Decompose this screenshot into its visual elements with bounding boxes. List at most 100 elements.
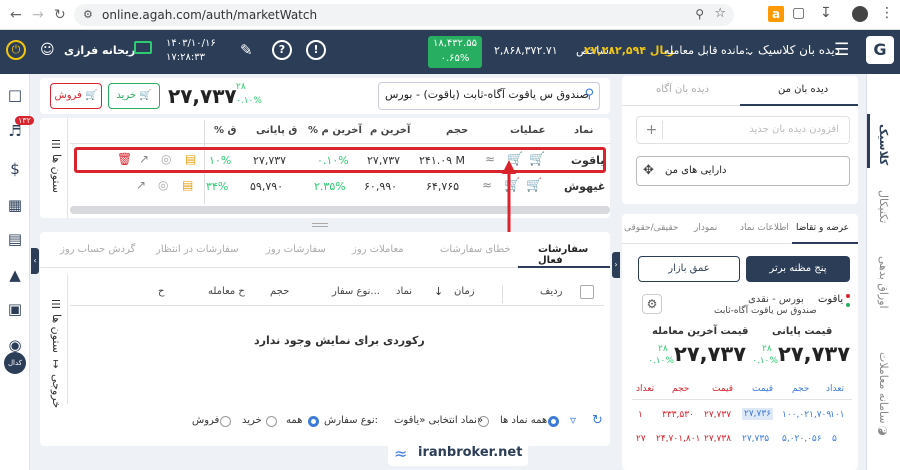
help-icon[interactable]: ? <box>272 40 292 60</box>
radio-type-all[interactable] <box>308 416 319 427</box>
chart-bars-icon[interactable]: □ <box>6 86 24 104</box>
market-depth-button[interactable]: عمق بازار <box>638 256 740 282</box>
chart-line-icon[interactable]: ≈ <box>482 178 492 192</box>
hamburger-menu-icon[interactable]: ☰ <box>834 40 849 60</box>
symbol-search-input[interactable]: صندوق س یاقوت آگاه-ثابت (یاقوت) - بورس ⚲ <box>378 82 600 110</box>
money-bag-icon[interactable]: $ <box>6 160 24 178</box>
horizontal-scrollbar[interactable] <box>70 206 610 214</box>
tab-active-orders[interactable]: سفارشات فعال <box>518 232 610 268</box>
warning-icon[interactable]: ▲ <box>6 266 24 284</box>
collapse-right-handle[interactable]: › <box>612 252 620 278</box>
tab-my-watchlist[interactable]: دیده بان من <box>740 76 858 106</box>
move-icon[interactable]: ✥ <box>643 163 654 178</box>
tab-supply-demand[interactable]: عرضه و تقاضا <box>792 214 858 244</box>
panel-resize-handle[interactable] <box>312 223 328 227</box>
note-icon[interactable]: ▤ <box>185 152 196 166</box>
note-icon[interactable]: ▤ <box>182 178 193 192</box>
kodal-icon[interactable]: کدال <box>4 352 26 374</box>
tab-pending-orders[interactable]: سفارشات در انتظار <box>156 244 238 255</box>
buy-cart-icon[interactable]: 🛒 <box>526 178 542 193</box>
radio-type-all-label: همه <box>286 415 303 426</box>
tab-real-legal[interactable]: حقیقی/حقوقی <box>624 223 679 233</box>
col-volume[interactable]: حجم <box>446 125 468 136</box>
sell-button[interactable]: فروش 🛒 <box>50 83 102 109</box>
forward-icon[interactable]: → <box>32 7 44 23</box>
reload-icon[interactable]: ↻ <box>54 7 66 23</box>
radio-type-sell[interactable] <box>220 416 231 427</box>
extensions-icon[interactable]: ▢ <box>792 5 805 21</box>
rail-tab-trading-system[interactable]: سامانه معاملات <box>877 352 890 424</box>
buy-cart-icon[interactable]: 🛒 <box>529 152 545 167</box>
tab-day-trades[interactable]: معاملات روز <box>352 244 404 255</box>
tab-agah-watchlist[interactable]: دیده بان آگاه <box>622 76 740 106</box>
extension-amazon-icon[interactable]: a <box>768 6 784 22</box>
row-symbol[interactable]: غیهوش <box>564 180 605 193</box>
handshake-icon[interactable]: ☯ <box>877 424 888 438</box>
back-icon[interactable]: ← <box>10 7 22 23</box>
table-row[interactable]: یاقوت 🛒 🛒 ≈ ۲۴۱.۰۹ M ۲۷,۷۳۷ ۰.۱۰% ۲۷,۷۳۷… <box>74 147 606 173</box>
rail-tab-technical[interactable]: تکنیکال <box>877 190 890 223</box>
table-row[interactable]: غیهوش 🛒 🛒 ≈ ۶۴,۷۶۵ ۶۰,۹۹۰ ۲.۳۵% ۵۹,۷۹۰ ۳… <box>74 176 606 200</box>
chart-line-icon[interactable]: ≈ <box>485 152 495 166</box>
search-icon[interactable]: ⚲ <box>584 87 594 102</box>
brush-icon[interactable]: ✎ <box>240 41 253 59</box>
user-name[interactable]: ریحانه فرازی <box>64 44 135 57</box>
collapse-left-handle[interactable]: ‹ <box>31 248 39 274</box>
power-icon[interactable]: ⏻ <box>6 40 26 60</box>
columns-label[interactable]: ستون ها <box>50 314 63 353</box>
export-label[interactable]: خروجی <box>50 374 63 408</box>
order-book-row[interactable]: ۱۰۱ ۱۰۰,۰۲۱,۷۰۹ ۲۷,۷۳۶ ۲۷,۷۳۷ ۳۳۳,۵۳۰ ۱ <box>632 408 852 426</box>
download-icon[interactable]: ↧ <box>820 5 832 21</box>
chevron-down-icon[interactable]: ⌄ <box>745 44 755 58</box>
site-info-icon[interactable]: ⚙ <box>83 8 93 21</box>
columns-icon[interactable]: ☰ <box>51 298 61 311</box>
new-watchlist-input[interactable]: افزودن دیده بان جدید + <box>636 116 850 144</box>
radio-type-buy[interactable] <box>266 416 277 427</box>
address-bar[interactable]: ⚙ online.agah.com/auth/marketWatch ⚲ ☆ <box>74 4 734 26</box>
col-last[interactable]: آخرین م <box>370 125 410 136</box>
tab-chart[interactable]: نمودار <box>694 223 717 233</box>
external-link-icon[interactable]: ↗ <box>136 178 146 192</box>
add-icon[interactable]: + <box>641 121 663 139</box>
delete-icon[interactable]: 🗑 <box>117 152 132 166</box>
row-symbol[interactable]: یاقوت <box>571 154 604 167</box>
target-icon[interactable]: ◎ <box>161 152 171 166</box>
document-icon[interactable]: ▦ <box>6 196 24 214</box>
profile-avatar[interactable] <box>852 6 868 22</box>
radio-type-sell-label: فروش <box>192 415 220 426</box>
tab-account-turnover[interactable]: گردش حساب روز <box>60 244 135 255</box>
watch-title[interactable]: دیده بان کلاسیک <box>758 43 840 57</box>
sort-arrow-icon[interactable]: ↓ <box>434 285 443 298</box>
tab-day-orders[interactable]: سفارشات روز <box>266 244 326 255</box>
columns-toggle[interactable]: ☰ ستون ها <box>46 118 68 218</box>
rail-tab-bonds[interactable]: اوراق بدهی <box>877 256 890 309</box>
zoom-icon[interactable]: ⚲ <box>695 7 704 21</box>
export-icon[interactable]: ↧ <box>51 358 60 371</box>
refresh-icon[interactable]: ↻ <box>592 413 603 428</box>
monitor-icon[interactable] <box>134 41 152 54</box>
box-icon[interactable]: ▣ <box>6 300 24 318</box>
target-icon[interactable]: ◎ <box>158 178 168 192</box>
select-all-checkbox[interactable] <box>580 285 594 299</box>
alert-icon[interactable]: ! <box>306 40 326 60</box>
col-time[interactable]: زمان <box>454 286 475 297</box>
col-symbol[interactable]: نماد <box>574 125 593 136</box>
col-close-pct[interactable]: % ق <box>214 125 236 136</box>
order-book-row[interactable]: ۵ ۵,۰۲۰,۰۵۶ ۲۷,۷۳۵ ۲۷,۷۳۸ ۲۴,۷۰۱,۸۰۱ ۲۷ <box>632 432 852 450</box>
settings-gear-icon[interactable]: ⚙ <box>642 294 662 314</box>
best-five-button[interactable]: پنج مظنه برتر <box>746 256 850 282</box>
col-close[interactable]: ق پایانی <box>256 125 297 136</box>
rail-tab-classic[interactable]: کلاسیک <box>877 124 890 165</box>
users-icon[interactable]: ☺ <box>40 42 55 58</box>
external-link-icon[interactable]: ↗ <box>139 152 149 166</box>
buy-button[interactable]: خرید 🛒 <box>108 83 160 109</box>
my-assets-item[interactable]: ✥ دارایی های من <box>636 156 850 186</box>
radio-all-symbols[interactable] <box>548 416 559 427</box>
bookmark-star-icon[interactable]: ☆ <box>714 6 726 21</box>
col-last-pct[interactable]: % آخرین م <box>308 125 362 136</box>
browser-menu-icon[interactable]: ⋮ <box>880 5 894 21</box>
tab-order-errors[interactable]: خطای سفارشات <box>440 244 511 255</box>
filter-icon[interactable]: ▿ <box>570 413 576 427</box>
tab-symbol-info[interactable]: اطلاعات نماد <box>740 223 789 233</box>
news-icon[interactable]: ▤ <box>6 230 24 248</box>
